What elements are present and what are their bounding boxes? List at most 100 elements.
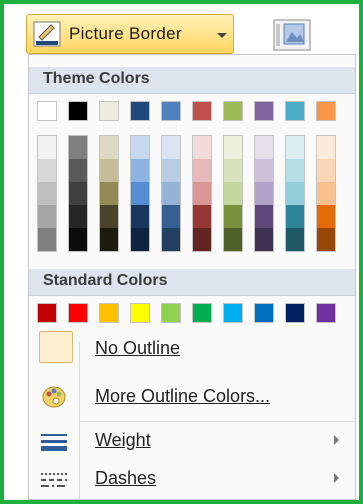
theme-shade-swatch[interactable]: [255, 159, 273, 182]
standard-color-swatch[interactable]: [37, 303, 57, 323]
weight-label: Weight: [95, 430, 151, 450]
theme-color-swatch[interactable]: [37, 101, 57, 121]
theme-color-swatch[interactable]: [99, 101, 119, 121]
theme-color-swatch[interactable]: [68, 101, 88, 121]
theme-shade-swatch[interactable]: [69, 159, 87, 182]
theme-shade-swatch[interactable]: [224, 159, 242, 182]
theme-shade-swatch[interactable]: [317, 205, 335, 228]
theme-shade-swatch[interactable]: [131, 182, 149, 205]
palette-icon: [42, 386, 66, 408]
standard-color-swatch[interactable]: [223, 303, 243, 323]
theme-shade-swatch[interactable]: [317, 136, 335, 159]
theme-shade-swatch[interactable]: [38, 228, 56, 251]
theme-colors-label: Theme Colors: [43, 70, 150, 87]
theme-shade-swatch[interactable]: [100, 136, 118, 159]
weight-item[interactable]: Weight: [29, 423, 355, 459]
standard-color-swatch[interactable]: [285, 303, 305, 323]
theme-shade-swatch[interactable]: [162, 182, 180, 205]
more-outline-colors-label: More Outline Colors...: [95, 386, 271, 406]
theme-shade-swatch[interactable]: [286, 228, 304, 251]
theme-shade-swatch[interactable]: [255, 205, 273, 228]
theme-shade-swatch[interactable]: [162, 205, 180, 228]
menu-separator-horizontal: [79, 421, 355, 422]
theme-shade-swatch[interactable]: [317, 228, 335, 251]
theme-shade-swatch[interactable]: [38, 182, 56, 205]
theme-shade-swatch[interactable]: [162, 136, 180, 159]
theme-colors-header: Theme Colors: [29, 67, 355, 94]
theme-shade-swatch[interactable]: [286, 205, 304, 228]
outer-frame: Picture Border Theme Colors Standard Col…: [0, 0, 363, 504]
theme-shade-swatch[interactable]: [224, 205, 242, 228]
theme-shade-swatch[interactable]: [255, 136, 273, 159]
dropdown-arrow-icon[interactable]: [217, 33, 227, 38]
no-outline-label: No Outline: [95, 338, 181, 358]
theme-shade-column: [192, 135, 212, 252]
more-outline-colors-item[interactable]: More Outline Colors...: [29, 379, 355, 415]
dashes-label: Dashes: [95, 468, 157, 488]
theme-shade-swatch[interactable]: [69, 136, 87, 159]
theme-shade-swatch[interactable]: [100, 182, 118, 205]
theme-shade-swatch[interactable]: [286, 136, 304, 159]
theme-color-swatch[interactable]: [223, 101, 243, 121]
standard-color-swatch[interactable]: [254, 303, 274, 323]
theme-color-swatch[interactable]: [161, 101, 181, 121]
theme-color-swatch[interactable]: [254, 101, 274, 121]
chevron-right-icon: [334, 435, 339, 445]
dashes-item[interactable]: Dashes: [29, 461, 355, 497]
theme-shade-swatch[interactable]: [317, 182, 335, 205]
dashes-icon: [41, 473, 67, 487]
standard-color-swatch[interactable]: [99, 303, 119, 323]
theme-shade-swatch[interactable]: [162, 159, 180, 182]
standard-color-swatch[interactable]: [130, 303, 150, 323]
theme-shade-swatch[interactable]: [317, 159, 335, 182]
theme-shade-swatch[interactable]: [131, 228, 149, 251]
line-weight-icon: [41, 434, 67, 451]
theme-shade-column: [161, 135, 181, 252]
theme-shade-swatch[interactable]: [193, 228, 211, 251]
theme-shade-swatch[interactable]: [255, 228, 273, 251]
theme-shade-swatch[interactable]: [69, 228, 87, 251]
standard-color-swatch[interactable]: [316, 303, 336, 323]
standard-colors-label: Standard Colors: [43, 272, 168, 289]
theme-color-swatch[interactable]: [130, 101, 150, 121]
picture-border-button[interactable]: Picture Border: [26, 14, 234, 54]
theme-shade-swatch[interactable]: [193, 182, 211, 205]
theme-shade-swatch[interactable]: [100, 205, 118, 228]
theme-shade-swatch[interactable]: [69, 205, 87, 228]
theme-shade-swatch[interactable]: [193, 159, 211, 182]
theme-shade-swatch[interactable]: [100, 159, 118, 182]
chevron-right-icon: [334, 473, 339, 483]
picture-border-menu: Theme Colors Standard Colors No Outline …: [28, 54, 356, 500]
theme-shade-swatch[interactable]: [69, 182, 87, 205]
theme-shade-swatch[interactable]: [38, 136, 56, 159]
theme-shade-swatch[interactable]: [38, 159, 56, 182]
theme-shade-swatch[interactable]: [224, 228, 242, 251]
theme-shade-column: [254, 135, 274, 252]
picture-icon[interactable]: [270, 18, 314, 52]
picture-border-label: Picture Border: [69, 24, 182, 43]
standard-color-swatch[interactable]: [192, 303, 212, 323]
theme-shade-swatch[interactable]: [131, 159, 149, 182]
theme-shade-swatch[interactable]: [131, 136, 149, 159]
theme-shade-column: [285, 135, 305, 252]
pen-line-icon: [33, 21, 61, 47]
theme-shade-swatch[interactable]: [286, 182, 304, 205]
theme-color-swatch[interactable]: [285, 101, 305, 121]
no-outline-item[interactable]: No Outline: [29, 331, 355, 367]
theme-shade-swatch[interactable]: [286, 159, 304, 182]
theme-shade-swatch[interactable]: [224, 136, 242, 159]
theme-shade-swatch[interactable]: [162, 228, 180, 251]
theme-color-swatch[interactable]: [316, 101, 336, 121]
theme-shade-swatch[interactable]: [193, 205, 211, 228]
theme-shade-swatch[interactable]: [38, 205, 56, 228]
theme-shade-swatch[interactable]: [255, 182, 273, 205]
theme-shade-column: [316, 135, 336, 252]
theme-shade-swatch[interactable]: [224, 182, 242, 205]
standard-color-swatch[interactable]: [161, 303, 181, 323]
standard-color-swatch[interactable]: [68, 303, 88, 323]
theme-shade-column: [99, 135, 119, 252]
theme-shade-swatch[interactable]: [131, 205, 149, 228]
theme-shade-swatch[interactable]: [193, 136, 211, 159]
theme-shade-swatch[interactable]: [100, 228, 118, 251]
theme-color-swatch[interactable]: [192, 101, 212, 121]
